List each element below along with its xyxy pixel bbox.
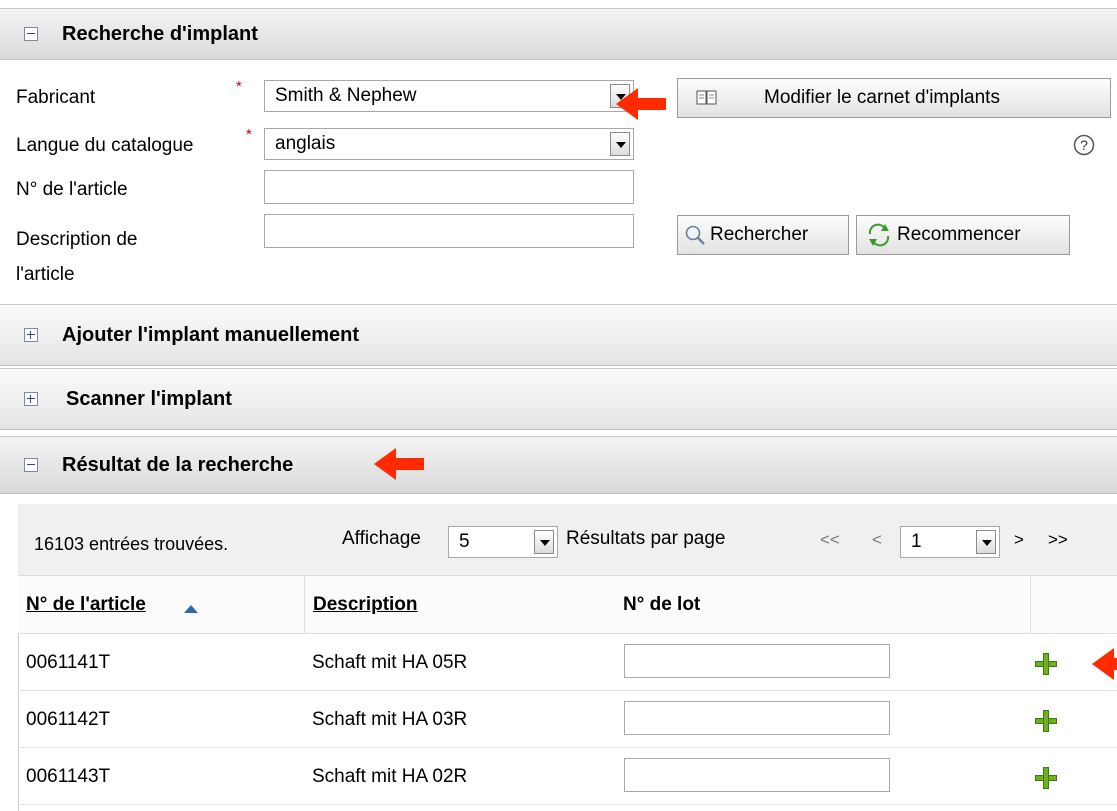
display-label: Affichage — [342, 528, 421, 549]
edit-catalog-button[interactable]: Modifier le carnet d'implants — [677, 78, 1111, 118]
red-arrow-annotation — [1092, 648, 1117, 680]
lot-number-input[interactable] — [624, 701, 890, 735]
reset-button[interactable]: Recommencer — [856, 215, 1070, 255]
page-select-value: 1 — [911, 531, 922, 552]
results-pager: 16103 entrées trouvées. Affichage 5 Résu… — [18, 504, 1117, 576]
help-glyph: ? — [1080, 137, 1088, 153]
expand-icon[interactable] — [24, 328, 38, 342]
red-arrow-annotation — [374, 448, 424, 480]
article-description-label-line2: l'article — [16, 264, 75, 285]
scan-section-header[interactable]: Scanner l'implant — [0, 368, 1117, 430]
first-page-link[interactable]: << — [820, 530, 840, 550]
search-button-label: Rechercher — [710, 224, 809, 245]
book-icon — [696, 90, 717, 105]
chevron-down-icon[interactable] — [976, 530, 996, 554]
article-number-cell: 0061141T — [26, 652, 111, 673]
table-row: 0061142T Schaft mit HA 03R — [18, 691, 1117, 748]
manual-add-section-header[interactable]: Ajouter l'implant manuellement — [0, 304, 1117, 366]
reset-button-label: Recommencer — [897, 224, 1021, 245]
article-number-cell: 0061143T — [26, 766, 111, 787]
expand-icon[interactable] — [24, 392, 38, 406]
table-row: 0061143T Schaft mit HA 02R — [18, 748, 1117, 805]
search-section-title: Recherche d'implant — [62, 22, 258, 45]
search-button[interactable]: Rechercher — [677, 215, 849, 255]
search-section-header[interactable]: Recherche d'implant — [0, 8, 1117, 60]
help-icon[interactable]: ? — [1073, 134, 1095, 156]
catalog-language-label: Langue du catalogue — [16, 135, 194, 156]
magnifier-icon — [685, 225, 705, 245]
add-plus-icon[interactable] — [1035, 767, 1057, 789]
scan-section-title: Scanner l'implant — [66, 387, 232, 410]
description-cell: Schaft mit HA 05R — [312, 652, 468, 673]
article-number-cell: 0061142T — [26, 709, 111, 730]
manufacturer-select-value: Smith & Nephew — [275, 85, 417, 106]
collapse-icon[interactable] — [24, 458, 38, 472]
last-page-link[interactable]: >> — [1048, 530, 1068, 550]
refresh-icon — [868, 223, 890, 247]
table-header-row: N° de l'article Description N° de lot — [18, 576, 1117, 634]
manufacturer-select[interactable]: Smith & Nephew — [264, 80, 634, 112]
collapse-icon[interactable] — [24, 27, 38, 41]
add-plus-icon[interactable] — [1035, 653, 1057, 675]
article-description-label-line1: Description de — [16, 229, 138, 250]
per-page-value: 5 — [459, 531, 470, 552]
chevron-down-icon[interactable] — [610, 132, 630, 156]
sort-ascending-icon[interactable] — [184, 605, 198, 614]
column-header-description[interactable]: Description — [313, 594, 418, 616]
table-row: 0061141T Schaft mit HA 05R — [18, 634, 1117, 691]
article-number-input[interactable] — [264, 170, 634, 204]
manufacturer-label: Fabricant — [16, 87, 96, 108]
next-page-link[interactable]: > — [1014, 530, 1024, 550]
article-number-label: N° de l'article — [16, 179, 128, 200]
per-page-select[interactable]: 5 — [448, 526, 558, 558]
chevron-down-icon[interactable] — [534, 530, 554, 554]
required-marker: * — [236, 78, 242, 95]
edit-catalog-label: Modifier le carnet d'implants — [764, 87, 1000, 108]
article-description-input[interactable] — [264, 214, 634, 248]
lot-number-input[interactable] — [624, 758, 890, 792]
manual-add-section-title: Ajouter l'implant manuellement — [62, 323, 360, 346]
previous-page-link[interactable]: < — [872, 530, 882, 550]
catalog-language-select[interactable]: anglais — [264, 128, 634, 160]
results-section-header[interactable]: Résultat de la recherche — [0, 436, 1117, 494]
description-cell: Schaft mit HA 02R — [312, 766, 468, 787]
column-header-lot-number: N° de lot — [623, 594, 701, 615]
description-cell: Schaft mit HA 03R — [312, 709, 468, 730]
red-arrow-annotation — [616, 88, 666, 120]
add-plus-icon[interactable] — [1035, 710, 1057, 732]
column-header-article-number[interactable]: N° de l'article — [26, 594, 146, 616]
required-marker: * — [246, 126, 252, 143]
catalog-language-value: anglais — [275, 133, 336, 154]
per-page-label: Résultats par page — [566, 528, 726, 549]
results-count: 16103 entrées trouvées. — [34, 534, 229, 554]
page-select[interactable]: 1 — [900, 526, 1000, 558]
results-section-title: Résultat de la recherche — [62, 453, 294, 476]
lot-number-input[interactable] — [624, 644, 890, 678]
